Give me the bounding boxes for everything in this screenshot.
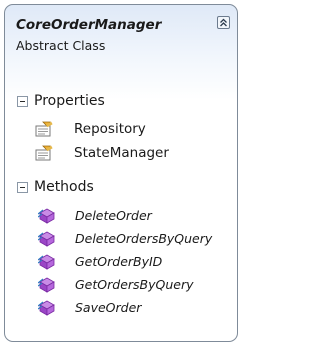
property-item[interactable]: StateManager — [5, 144, 237, 166]
methods-section-header[interactable]: Methods — [5, 177, 237, 199]
class-box[interactable]: CoreOrderManager Abstract Class Properti… — [4, 4, 238, 342]
method-item[interactable]: DeleteOrdersByQuery — [5, 230, 237, 250]
properties-label: Properties — [34, 93, 105, 109]
property-icon — [35, 121, 53, 137]
double-chevron-up-icon[interactable] — [217, 16, 230, 29]
class-header: CoreOrderManager Abstract Class — [5, 5, 237, 69]
collapse-toggle-icon[interactable] — [17, 182, 28, 193]
class-kind: Abstract Class — [16, 38, 106, 53]
method-name: DeleteOrdersByQuery — [75, 231, 213, 246]
methods-label: Methods — [34, 179, 94, 195]
abstract-method-icon — [38, 254, 55, 270]
property-icon — [35, 145, 53, 161]
method-item[interactable]: SaveOrder — [5, 299, 237, 319]
method-name: DeleteOrder — [75, 208, 152, 223]
abstract-method-icon — [38, 300, 55, 316]
method-name: GetOrderByID — [75, 254, 163, 269]
collapse-toggle-icon[interactable] — [17, 96, 28, 107]
abstract-method-icon — [38, 231, 55, 247]
abstract-method-icon — [38, 208, 55, 224]
method-item[interactable]: GetOrderByID — [5, 253, 237, 273]
property-item[interactable]: Repository — [5, 120, 237, 142]
properties-section-header[interactable]: Properties — [5, 91, 237, 113]
method-item[interactable]: DeleteOrder — [5, 207, 237, 227]
method-item[interactable]: GetOrdersByQuery — [5, 276, 237, 296]
property-name: StateManager — [74, 145, 169, 161]
property-name: Repository — [74, 121, 146, 137]
abstract-method-icon — [38, 277, 55, 293]
method-name: GetOrdersByQuery — [75, 277, 194, 292]
class-name: CoreOrderManager — [16, 17, 162, 33]
method-name: SaveOrder — [75, 300, 142, 315]
